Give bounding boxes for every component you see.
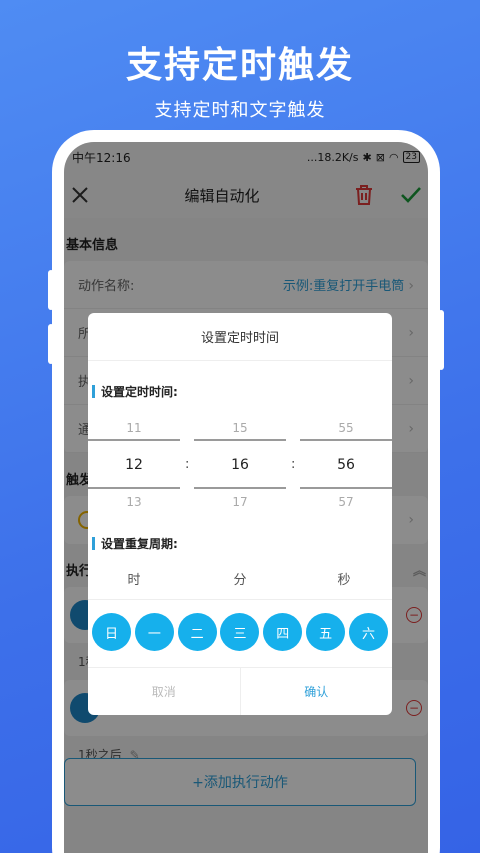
execute-title: 执行 [66,564,93,579]
action-name-row[interactable]: 动作名称: 示例:重复打开手电筒 › [64,261,428,309]
app-screen: 中午12:16 ...18.2K/s ✱ ⊠ ◠ 23 编辑自动化 基本信息 动… [64,142,428,853]
promo-headline: 支持定时触发 [125,45,354,86]
app-bar: 编辑自动化 [64,172,428,218]
basic-info-card: 动作名称: 示例:重复打开手电筒 › 所 › 执 › 通 › [64,261,428,453]
basic-row[interactable]: 通 › [64,405,428,453]
trigger-title: 触发 [66,473,93,488]
status-time: 中午12:16 [72,150,131,165]
clock-icon [78,511,96,529]
row-label: 执 [78,375,92,390]
chevron-right-icon: › [408,324,414,341]
chevron-right-icon: › [408,372,414,389]
row-label: 动作名称: [78,279,135,294]
page-title: 编辑自动化 [184,186,260,205]
row-label: 所 [78,327,92,342]
action-name-value: 示例:重复打开手电筒 [282,279,405,294]
network-speed: ...18.2K/s [306,150,359,164]
chevron-right-icon: › [408,420,414,437]
phone-side-button [48,270,54,310]
basic-row[interactable]: 执 › [64,357,428,405]
bluetooth-icon: ✱ [362,150,372,164]
trigger-card[interactable]: › [64,496,428,544]
row-label: 通 [78,423,92,438]
action-icon [70,693,100,723]
check-icon[interactable] [400,185,422,205]
action-item[interactable]: − [64,587,428,643]
chevron-right-icon: › [408,278,414,294]
execute-header: 执行 ︽ [64,544,428,587]
remove-action-icon[interactable]: − [406,700,422,716]
add-action-button[interactable]: +添加执行动作 [64,758,416,806]
collapse-icon[interactable]: ︽ [413,560,426,579]
battery-icon: 23 [402,151,420,163]
basic-row[interactable]: 所 › [64,309,428,357]
remove-action-icon[interactable]: − [406,607,422,623]
action-icon [70,600,100,630]
phone-side-button [48,324,54,364]
delete-icon[interactable] [354,184,374,206]
delay-label-1: 1秒 [78,655,98,669]
sim-icon: ⊠ [375,150,385,164]
promo-subline: 支持定时和文字触发 [154,100,326,121]
chevron-right-icon: › [408,512,414,528]
close-icon[interactable] [70,185,90,205]
phone-power-button [438,310,444,370]
action-item[interactable]: − [64,680,428,736]
basic-info-title: 基本信息 [66,238,119,253]
wifi-icon: ◠ [388,150,399,164]
status-bar: 中午12:16 ...18.2K/s ✱ ⊠ ◠ 23 [64,142,428,172]
